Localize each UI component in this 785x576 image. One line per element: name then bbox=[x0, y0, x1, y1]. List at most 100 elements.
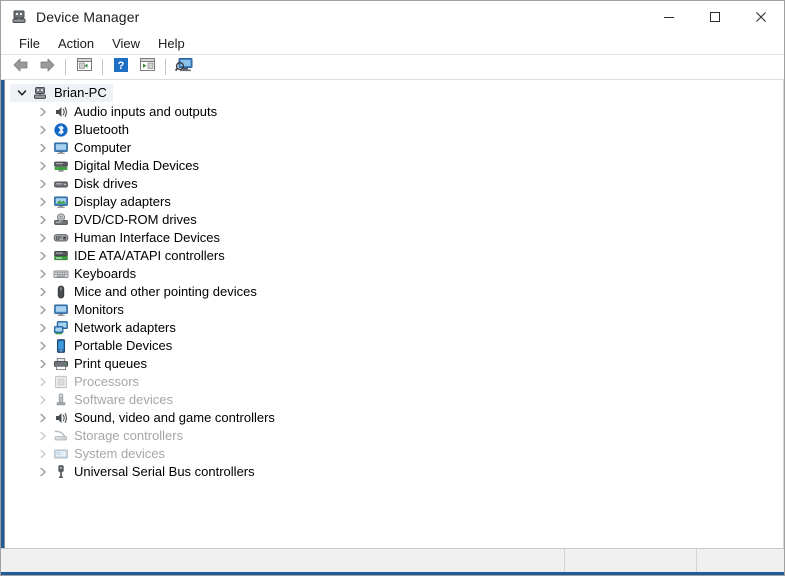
chevron-right-icon[interactable] bbox=[35, 230, 51, 246]
tree-item-label: DVD/CD-ROM drives bbox=[74, 212, 197, 227]
tree-item-label: Portable Devices bbox=[74, 338, 173, 353]
update-driver-button[interactable] bbox=[134, 56, 160, 78]
toolbar-separator bbox=[165, 59, 166, 75]
tree-item-digital-media-devices[interactable]: Digital Media Devices bbox=[10, 157, 783, 175]
device-tree: Brian-PC Audio inputs and outputs Blueto… bbox=[4, 84, 783, 548]
chevron-right-icon[interactable] bbox=[35, 212, 51, 228]
display-adapter-icon bbox=[53, 194, 69, 210]
tree-item-print-queues[interactable]: Print queues bbox=[10, 355, 783, 373]
tree-item-ide-ata-atapi-controllers[interactable]: IDE ATA/ATAPI controllers bbox=[10, 247, 783, 265]
tree-item-software-devices[interactable]: Software devices bbox=[10, 391, 783, 409]
tree-item-label: Sound, video and game controllers bbox=[74, 410, 275, 425]
toolbar-separator bbox=[102, 59, 103, 75]
title-bar: Device Manager bbox=[1, 1, 784, 33]
monitor-icon bbox=[53, 140, 69, 156]
chevron-right-icon[interactable] bbox=[35, 338, 51, 354]
chevron-right-icon[interactable] bbox=[35, 140, 51, 156]
update-driver-icon bbox=[139, 57, 156, 77]
tree-item-storage-controllers[interactable]: Storage controllers bbox=[10, 427, 783, 445]
chevron-right-icon[interactable] bbox=[35, 194, 51, 210]
menu-item-file[interactable]: File bbox=[10, 34, 49, 54]
forward-button[interactable] bbox=[34, 56, 60, 78]
tree-item-sound-video-and-game-controllers[interactable]: Sound, video and game controllers bbox=[10, 409, 783, 427]
tree-item-bluetooth[interactable]: Bluetooth bbox=[10, 121, 783, 139]
chevron-right-icon[interactable] bbox=[35, 464, 51, 480]
portable-device-icon bbox=[53, 338, 69, 354]
system-device-icon bbox=[53, 446, 69, 462]
scan-hardware-button[interactable] bbox=[171, 56, 197, 78]
chevron-right-icon[interactable] bbox=[35, 158, 51, 174]
window-title: Device Manager bbox=[36, 9, 140, 25]
tree-item-disk-drives[interactable]: Disk drives bbox=[10, 175, 783, 193]
tree-item-dvd-cd-rom-drives[interactable]: DVD/CD-ROM drives bbox=[10, 211, 783, 229]
menu-item-action[interactable]: Action bbox=[49, 34, 103, 54]
tree-root-node[interactable]: Brian-PC bbox=[10, 84, 113, 102]
hid-icon bbox=[53, 230, 69, 246]
tree-item-label: Universal Serial Bus controllers bbox=[74, 464, 255, 479]
chevron-right-icon[interactable] bbox=[35, 284, 51, 300]
chevron-right-icon[interactable] bbox=[35, 446, 51, 462]
status-bar bbox=[1, 548, 784, 572]
tree-item-label: Human Interface Devices bbox=[74, 230, 220, 245]
ide-controller-icon bbox=[53, 248, 69, 264]
chevron-right-icon[interactable] bbox=[35, 410, 51, 426]
device-tree-pane[interactable]: Brian-PC Audio inputs and outputs Blueto… bbox=[1, 80, 784, 548]
chevron-right-icon[interactable] bbox=[35, 122, 51, 138]
minimize-button[interactable] bbox=[646, 1, 692, 33]
chevron-right-icon[interactable] bbox=[35, 266, 51, 282]
tree-item-label: Disk drives bbox=[74, 176, 138, 191]
status-pane-second bbox=[565, 549, 696, 572]
tree-item-system-devices[interactable]: System devices bbox=[10, 445, 783, 463]
device-manager-window: Device Manager File Action View Help ? B… bbox=[0, 0, 785, 576]
maximize-button[interactable] bbox=[692, 1, 738, 33]
arrow-right-icon bbox=[38, 57, 56, 78]
speaker-icon bbox=[53, 104, 69, 120]
bluetooth-icon bbox=[53, 122, 69, 138]
help-icon: ? bbox=[113, 57, 129, 78]
status-pane-main bbox=[1, 549, 564, 572]
computer-icon bbox=[10, 8, 28, 26]
menu-item-help[interactable]: Help bbox=[149, 34, 194, 54]
tree-item-human-interface-devices[interactable]: Human Interface Devices bbox=[10, 229, 783, 247]
tree-item-keyboards[interactable]: Keyboards bbox=[10, 265, 783, 283]
chevron-right-icon[interactable] bbox=[35, 176, 51, 192]
properties-button[interactable] bbox=[71, 56, 97, 78]
tree-item-label: Audio inputs and outputs bbox=[74, 104, 218, 119]
tree-item-universal-serial-bus-controllers[interactable]: Universal Serial Bus controllers bbox=[10, 463, 783, 481]
tree-item-audio-inputs-and-outputs[interactable]: Audio inputs and outputs bbox=[10, 103, 783, 121]
tree-item-computer[interactable]: Computer bbox=[10, 139, 783, 157]
close-button[interactable] bbox=[738, 1, 784, 33]
tree-item-portable-devices[interactable]: Portable Devices bbox=[10, 337, 783, 355]
tree-item-label: IDE ATA/ATAPI controllers bbox=[74, 248, 225, 263]
tree-item-label: Display adapters bbox=[74, 194, 171, 209]
help-button[interactable]: ? bbox=[108, 56, 134, 78]
tree-item-label: Digital Media Devices bbox=[74, 158, 199, 173]
chevron-right-icon[interactable] bbox=[35, 374, 51, 390]
chevron-right-icon[interactable] bbox=[35, 356, 51, 372]
mouse-icon bbox=[53, 284, 69, 300]
tree-item-label: Software devices bbox=[74, 392, 173, 407]
back-button[interactable] bbox=[8, 56, 34, 78]
chevron-down-icon[interactable] bbox=[14, 85, 30, 101]
menu-item-view[interactable]: View bbox=[103, 34, 149, 54]
tree-item-label: Network adapters bbox=[74, 320, 176, 335]
tree-item-display-adapters[interactable]: Display adapters bbox=[10, 193, 783, 211]
chevron-right-icon[interactable] bbox=[35, 428, 51, 444]
tree-item-label: Processors bbox=[74, 374, 140, 389]
tree-item-processors[interactable]: Processors bbox=[10, 373, 783, 391]
tree-item-mice-and-other-pointing-devices[interactable]: Mice and other pointing devices bbox=[10, 283, 783, 301]
toolbar-separator bbox=[65, 59, 66, 75]
chevron-right-icon[interactable] bbox=[35, 302, 51, 318]
tree-item-label: Keyboards bbox=[74, 266, 137, 281]
software-device-icon bbox=[53, 392, 69, 408]
tree-item-monitors[interactable]: Monitors bbox=[10, 301, 783, 319]
tree-item-label: Print queues bbox=[74, 356, 147, 371]
chevron-right-icon[interactable] bbox=[35, 248, 51, 264]
chevron-right-icon[interactable] bbox=[35, 104, 51, 120]
disk-drive-icon bbox=[53, 176, 69, 192]
tree-item-network-adapters[interactable]: Network adapters bbox=[10, 319, 783, 337]
chevron-right-icon[interactable] bbox=[35, 320, 51, 336]
caption-button-group bbox=[646, 1, 784, 33]
chevron-right-icon[interactable] bbox=[35, 392, 51, 408]
tree-item-label: System devices bbox=[74, 446, 166, 461]
